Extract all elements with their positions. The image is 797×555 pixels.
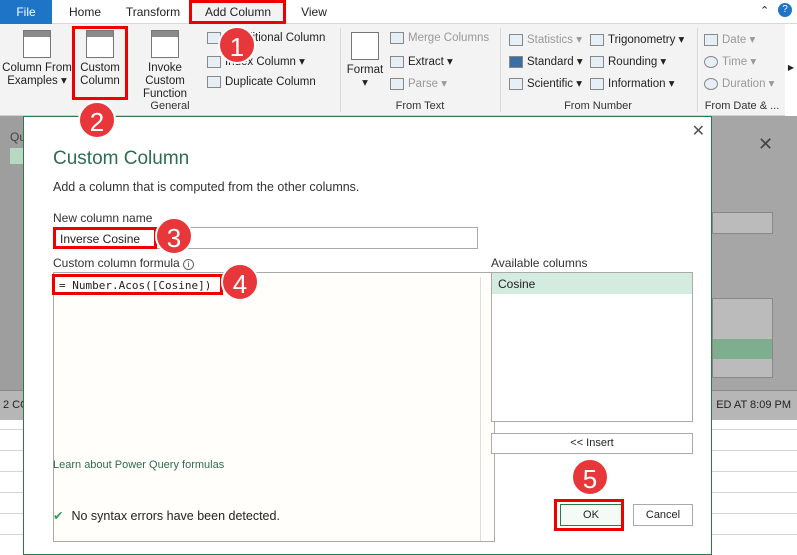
standard-button[interactable]: Standard ▾ (509, 54, 583, 68)
scientific-icon (509, 77, 523, 90)
tab-home[interactable]: Home (60, 0, 110, 24)
query-settings-pane: ✕ (712, 116, 797, 390)
ribbon-scroll-right-icon[interactable]: ▶ (785, 24, 797, 116)
extract-icon (390, 55, 404, 68)
index-column-icon (207, 55, 221, 68)
invoke-custom-function-button[interactable]: Invoke Custom Function (128, 30, 202, 101)
available-column-item[interactable]: Cosine (492, 273, 692, 294)
highlight-ok (554, 499, 624, 531)
new-column-name-label: New column name (53, 211, 153, 225)
duration-button[interactable]: Duration ▾ (704, 76, 774, 90)
label: Date (722, 34, 747, 46)
statistics-icon (509, 33, 523, 46)
label: Extract (408, 56, 444, 68)
label: Time (722, 56, 748, 68)
group-from-number: From Number (564, 100, 632, 112)
syntax-status: ✔ No syntax errors have been detected. (53, 508, 280, 523)
query-item[interactable] (10, 148, 24, 164)
ribbon: Column From Examples ▾ Custom Column Inv… (0, 24, 797, 116)
trigonometry-icon (590, 33, 604, 46)
stopwatch-icon (704, 77, 718, 90)
invoke-function-icon (151, 30, 179, 58)
highlight-formula (52, 274, 223, 295)
learn-formulas-link[interactable]: Learn about Power Query formulas (53, 459, 224, 471)
information-icon (590, 77, 604, 90)
step-badge-2: 2 (78, 101, 116, 139)
close-icon[interactable]: ✕ (692, 121, 705, 141)
dialog-description: Add a column that is computed from the o… (53, 180, 360, 194)
label: Standard (527, 56, 574, 68)
label: Trigonometry (608, 34, 676, 46)
label: Scientific (527, 78, 574, 90)
tab-transform[interactable]: Transform (120, 0, 186, 24)
calendar-icon (704, 33, 718, 46)
highlight-column-name (53, 227, 157, 249)
time-button[interactable]: Time ▾ (704, 54, 756, 68)
label: Information (608, 78, 666, 90)
information-button[interactable]: Information ▾ (590, 76, 675, 90)
step-badge-5: 5 (571, 458, 609, 496)
info-icon[interactable]: i (183, 259, 195, 270)
highlight-custom-column (72, 26, 128, 100)
dialog-title: Custom Column (53, 148, 190, 169)
column-from-examples-icon (23, 30, 51, 58)
label: Rounding (608, 56, 658, 68)
label: Parse (408, 78, 439, 90)
parse-icon (390, 77, 404, 90)
column-from-examples-button[interactable]: Column From Examples ▾ (2, 30, 72, 88)
merge-columns-icon (390, 32, 404, 44)
rounding-icon (590, 55, 604, 68)
extract-button[interactable]: Extract ▾ (390, 54, 453, 68)
format-icon (351, 32, 379, 60)
applied-step[interactable] (713, 339, 772, 359)
statistics-button[interactable]: Statistics ▾ (509, 32, 582, 46)
group-from-text: From Text (395, 100, 445, 112)
rounding-button[interactable]: Rounding ▾ (590, 54, 666, 68)
close-pane-icon[interactable]: ✕ (758, 134, 773, 155)
scientific-button[interactable]: Scientific ▾ (509, 76, 582, 90)
label: Merge Columns (408, 32, 490, 45)
date-button[interactable]: Date ▾ (704, 32, 755, 46)
help-icon[interactable]: ? (778, 3, 792, 17)
formula-editor[interactable]: = Number.Acos([Cosine]) (53, 272, 495, 542)
label: Invoke Custom Function (142, 62, 188, 100)
name-field[interactable] (712, 212, 773, 234)
group-general: General (150, 100, 190, 112)
custom-column-formula-label: Custom column formula i (53, 256, 195, 270)
label: Duration (722, 78, 766, 90)
status-preview-time: ED AT 8:09 PM (716, 399, 791, 411)
step-badge-1: 1 (218, 26, 256, 64)
cancel-button[interactable]: Cancel (633, 504, 693, 526)
custom-column-dialog: ✕ Custom Column Add a column that is com… (23, 116, 712, 555)
applied-steps-list (712, 298, 773, 378)
label: Duplicate Column (225, 76, 316, 89)
standard-icon (509, 55, 523, 68)
insert-button[interactable]: << Insert (491, 433, 693, 454)
label: Custom column formula (53, 256, 180, 270)
step-badge-4: 4 (221, 263, 259, 301)
trigonometry-button[interactable]: Trigonometry ▾ (590, 32, 684, 46)
duplicate-column-button[interactable]: Duplicate Column (207, 76, 316, 88)
ribbon-tabs: File Home Transform Add Column View ⌃ ? (0, 0, 797, 24)
step-badge-3: 3 (155, 217, 193, 255)
parse-button[interactable]: Parse ▾ (390, 76, 447, 90)
collapse-ribbon-icon[interactable]: ⌃ (760, 4, 769, 17)
syntax-status-text: No syntax errors have been detected. (71, 509, 280, 523)
merge-columns-button[interactable]: Merge Columns (390, 32, 489, 44)
available-columns-label: Available columns (491, 256, 588, 270)
format-button[interactable]: Format ▾ (344, 32, 386, 90)
label: Format (346, 64, 384, 76)
label: Column From Examples (2, 62, 72, 87)
clock-icon (704, 55, 718, 68)
group-from-date: From Date & ... (704, 100, 780, 112)
highlight-add-column (189, 0, 286, 24)
available-columns-list: Cosine (491, 272, 693, 422)
duplicate-column-icon (207, 76, 221, 88)
tab-file[interactable]: File (0, 0, 52, 24)
tab-view[interactable]: View (292, 0, 336, 24)
label: Statistics (527, 34, 574, 46)
checkmark-icon: ✔ (53, 509, 64, 523)
